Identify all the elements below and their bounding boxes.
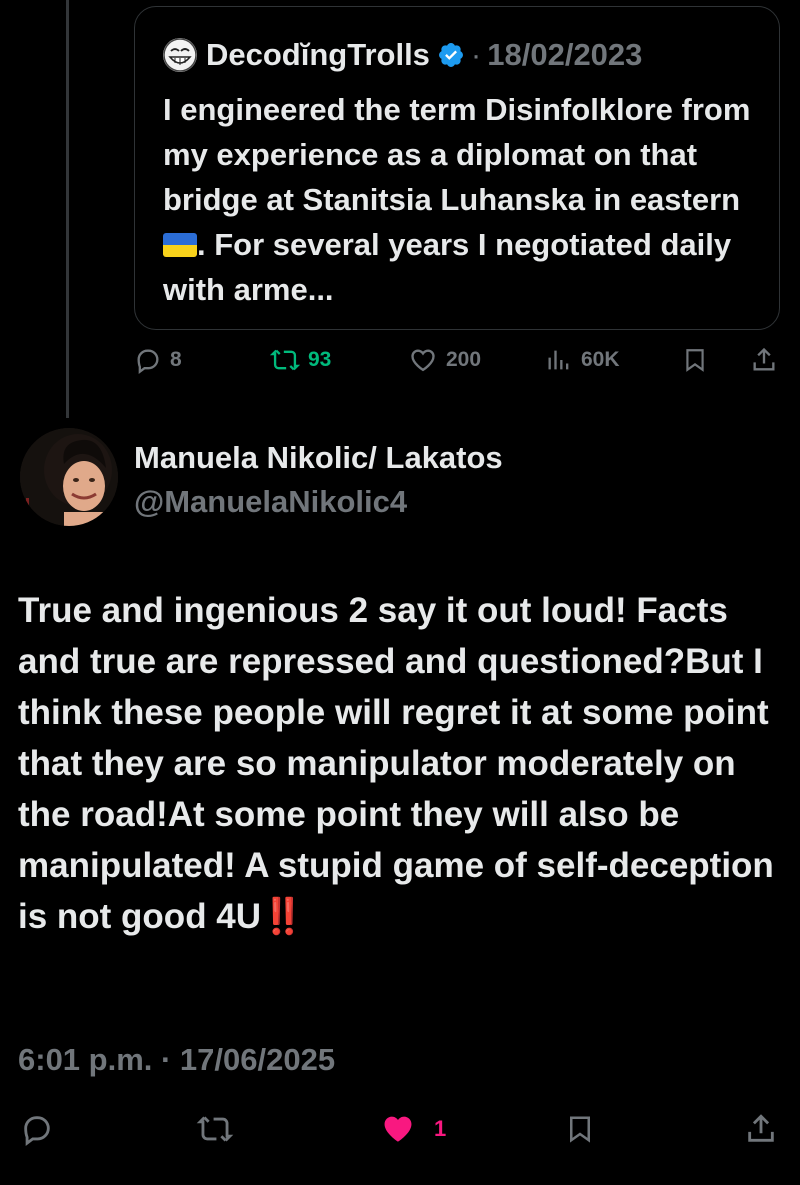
tweet-timestamp[interactable]: 6:01 p.m. · 17/06/2025 [18,1042,335,1078]
heart-filled-icon [384,1116,412,1142]
like-count: 1 [434,1116,447,1141]
views-count: 60K [581,348,620,371]
share-icon [753,347,775,371]
double-exclamation-emoji: ‼️ [261,897,305,936]
quoted-tweet-stats-bar: 8 93 200 60K [0,346,800,386]
reply-icon [137,349,159,374]
reply-button[interactable] [20,1112,54,1146]
tweet-action-bar: 1 [0,1112,800,1156]
bookmark-button[interactable] [682,346,716,374]
quoted-author-name[interactable]: DecodĭngTrolls [206,37,430,73]
author-handle[interactable]: @ManuelaNikolic4 [134,484,407,520]
views-stat[interactable]: 60K [545,346,620,374]
repost-count: 93 [308,348,332,371]
like-button[interactable]: 1 [380,1112,446,1146]
quoted-text-part-2: . For several years I negotiated daily w… [163,227,732,307]
reply-count: 8 [170,348,182,371]
quoted-tweet-date[interactable]: 18/02/2023 [487,37,642,73]
share-icon [748,1114,774,1142]
reply-stat[interactable]: 8 [134,346,182,374]
repost-icon [196,1116,234,1142]
quoted-text-part-1: I engineered the term Disinfolklore from… [163,92,751,217]
repost-stat[interactable]: 93 [270,346,331,374]
ukraine-flag-icon [163,233,197,257]
like-stat[interactable]: 200 [408,346,481,374]
bookmark-icon [570,1116,590,1143]
repost-icon [270,349,300,371]
repost-button[interactable] [196,1112,234,1146]
quoted-tweet-card[interactable]: DecodĭngTrolls · 18/02/2023 I engineered… [134,6,780,330]
bookmark-button[interactable] [565,1112,595,1146]
troll-face-avatar[interactable] [163,38,197,72]
reply-icon [24,1116,50,1146]
verified-badge-icon [438,43,463,67]
tweet-text-content: True and ingenious 2 say it out loud! Fa… [18,591,774,936]
like-count: 200 [446,348,482,371]
heart-outline-icon [411,349,435,372]
header-separator: · [470,37,482,72]
share-button[interactable] [750,346,786,374]
author-name[interactable]: Manuela Nikolic/ Lakatos [134,440,503,476]
quoted-tweet-text: I engineered the term Disinfolklore from… [163,87,763,312]
share-button[interactable] [744,1112,778,1146]
tweet-text: True and ingenious 2 say it out loud! Fa… [18,585,788,942]
author-avatar[interactable] [20,428,118,526]
bar-chart-icon [548,350,569,370]
bookmark-icon [686,349,704,372]
quoted-tweet-header: DecodĭngTrolls · 18/02/2023 [163,37,642,73]
